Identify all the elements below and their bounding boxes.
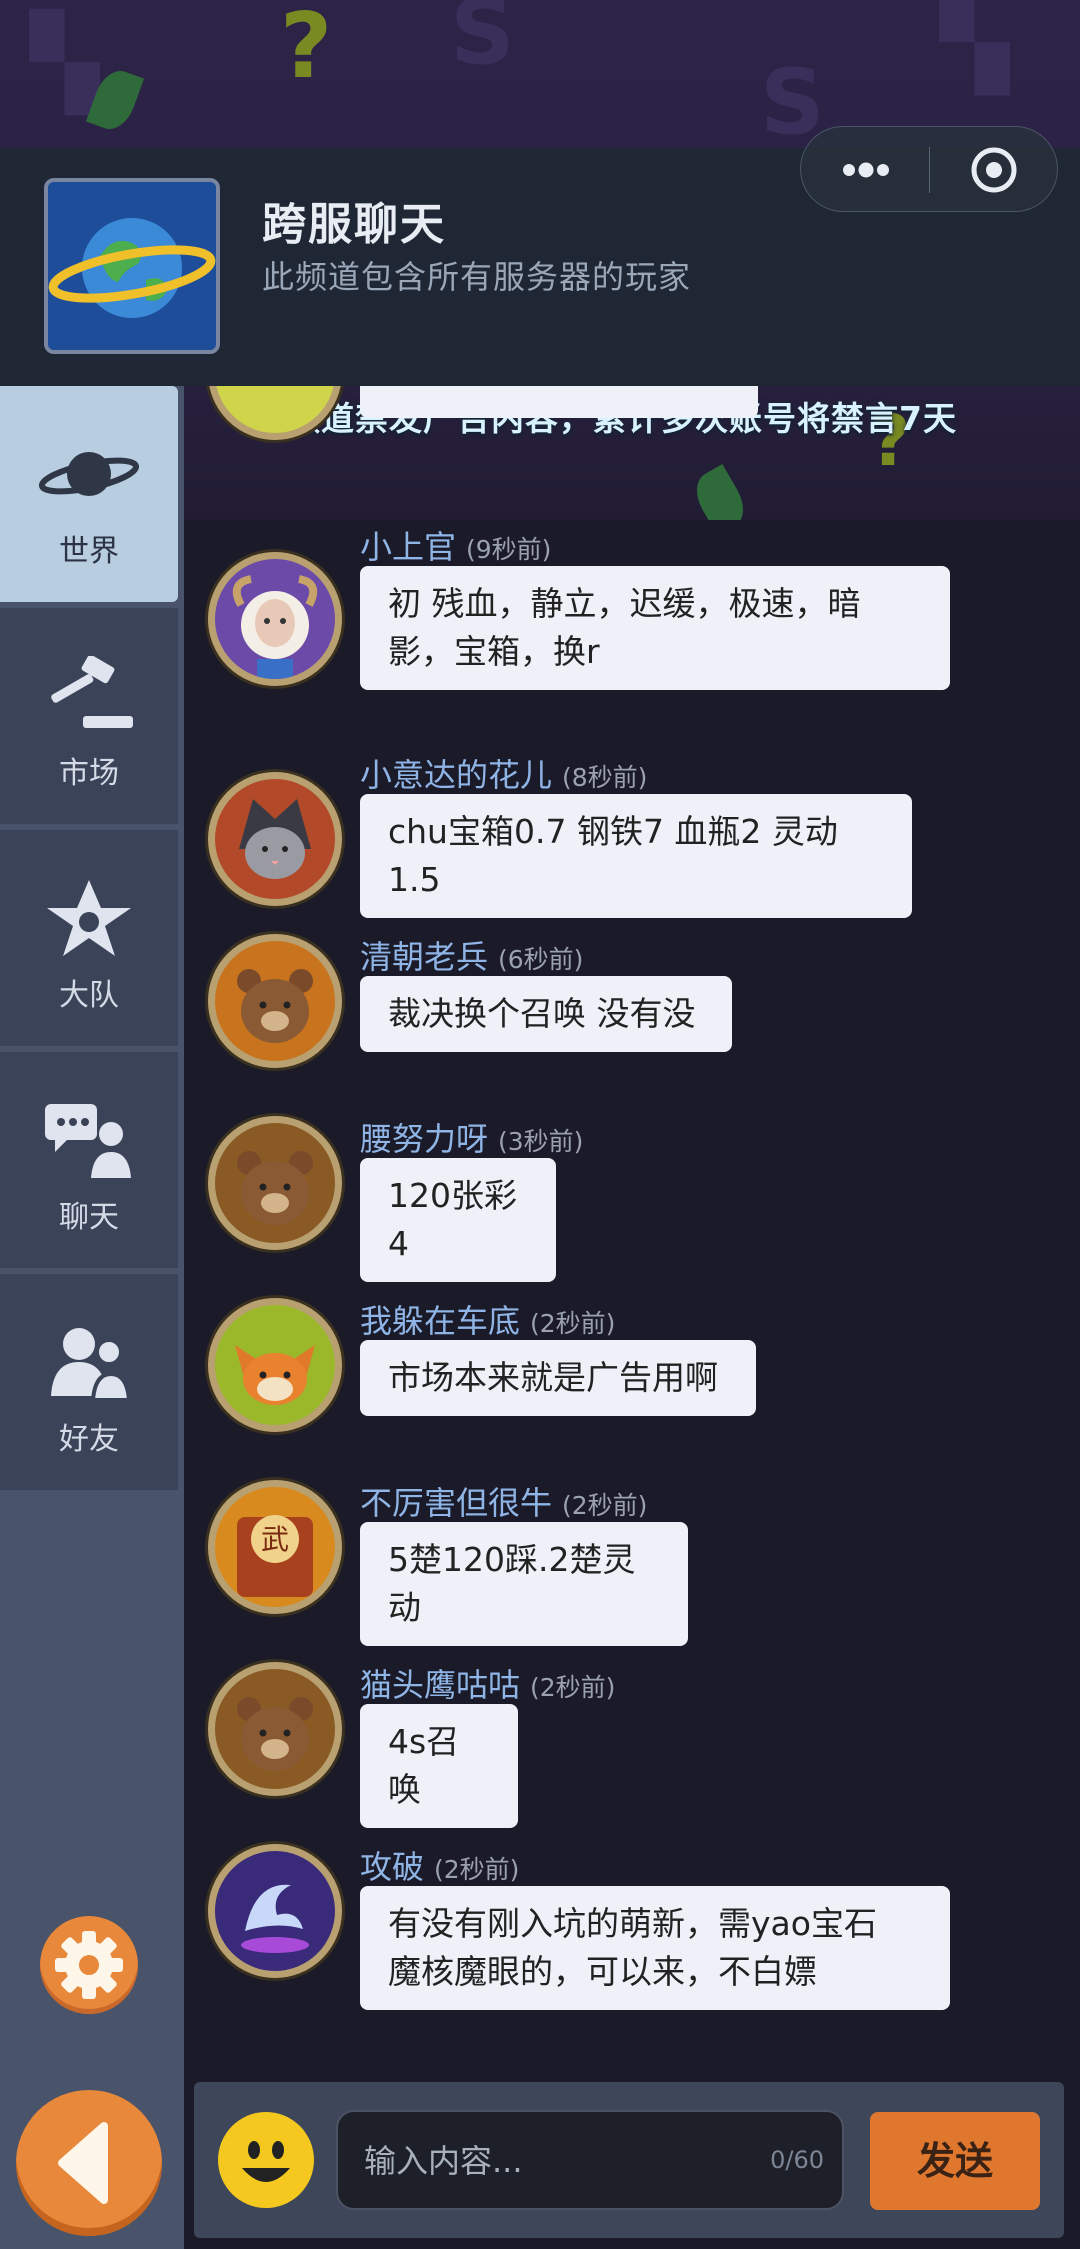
message-bubble: 市场本来就是广告用啊 <box>360 1340 756 1416</box>
back-arrow-icon <box>58 2122 108 2204</box>
message-bubble: 120张彩4 <box>360 1158 556 1282</box>
message-username[interactable]: 我躲在车底 (2秒前) <box>360 1296 615 1342</box>
message-timestamp: (2秒前) <box>530 1673 616 1702</box>
chat-screen: ▚ ? S S ▚ ? 跨服聊天 此频道包含所有服务器的玩家 此频道禁发广告内容… <box>0 0 1080 2249</box>
question-mark-decor-icon: ? <box>280 0 333 99</box>
message-bubble: 4s召唤 <box>360 1704 518 1828</box>
chat-message-list[interactable]: 小上官 (9秒前) 初 残血，静立，迟缓，极速，暗 影，宝箱，换r 小意达的花儿(… <box>184 386 1080 2076</box>
message-timestamp: (3秒前) <box>498 1127 584 1156</box>
guild-icon <box>39 878 139 958</box>
chat-input-bar: 0/60 发送 <box>194 2082 1064 2238</box>
message-timestamp: (2秒前) <box>434 1855 520 1884</box>
message-username[interactable]: 不厉害但很牛 (2秒前) <box>360 1478 647 1524</box>
sidebar-item-friends[interactable]: 好友 <box>0 1274 178 1490</box>
decor-shape: ▚ <box>30 10 100 115</box>
message-timestamp: (6秒前) <box>498 945 584 974</box>
miniprogram-capsule <box>800 126 1058 212</box>
gear-icon <box>55 1931 123 1999</box>
message-timestamp: (8秒前) <box>562 763 648 792</box>
message-bubble <box>360 386 758 418</box>
message-username[interactable]: 清朝老兵 (6秒前) <box>360 932 583 978</box>
emoji-button[interactable] <box>218 2112 314 2208</box>
sidebar-item-label: 大队 <box>59 978 119 1013</box>
message-bubble: 5楚120踩.2楚灵动 <box>360 1522 688 1646</box>
user-avatar[interactable] <box>208 772 342 906</box>
message-username[interactable]: 小上官 (9秒前) <box>360 522 551 568</box>
chat-bubbles-icon <box>39 1100 139 1180</box>
character-counter: 0/60 <box>770 2146 824 2174</box>
message-timestamp: (9秒前) <box>466 535 552 564</box>
gavel-icon <box>39 654 139 736</box>
svg-text:武: 武 <box>261 1523 289 1556</box>
smiley-icon <box>242 2141 290 2182</box>
message-input-field: 0/60 <box>336 2110 844 2210</box>
sidebar-item-label: 市场 <box>59 756 119 791</box>
user-avatar[interactable] <box>208 1116 342 1250</box>
user-avatar[interactable] <box>208 386 342 440</box>
user-avatar[interactable] <box>208 1298 342 1432</box>
message-username[interactable]: 小意达的花儿 (8秒前) <box>360 750 647 796</box>
message-bubble: chu宝箱0.7 钢铁7 血瓶2 灵动1.5 <box>360 794 912 918</box>
sidebar-item-market[interactable]: 市场 <box>0 608 178 824</box>
message-timestamp: (2秒前) <box>562 1491 648 1520</box>
channel-subtitle: 此频道包含所有服务器的玩家 <box>262 258 692 296</box>
more-options-button[interactable] <box>831 147 901 193</box>
user-avatar[interactable] <box>208 1844 342 1978</box>
sidebar-item-world[interactable]: 世界 <box>0 386 178 602</box>
message-bubble: 有没有刚入坑的萌新，需yao宝石 魔核魔眼的，可以来，不白嫖 <box>360 1886 950 2010</box>
sidebar-item-label: 聊天 <box>59 1200 119 1235</box>
back-button[interactable] <box>16 2090 162 2236</box>
message-input[interactable] <box>362 2132 746 2190</box>
user-avatar[interactable]: 武 <box>208 1480 342 1614</box>
decor-shape: ▚ <box>940 0 1010 95</box>
target-close-icon <box>971 147 1017 193</box>
channel-title: 跨服聊天 <box>262 199 446 250</box>
message-bubble: 裁决换个召唤 没有没 <box>360 976 732 1052</box>
more-dots-icon <box>843 162 889 178</box>
sidebar-item-chat[interactable]: 聊天 <box>0 1052 178 1268</box>
saturn-icon <box>38 434 140 514</box>
message-username[interactable]: 猫头鹰咕咕 (2秒前) <box>360 1660 615 1706</box>
message-username[interactable]: 腰努力呀 (3秒前) <box>360 1114 583 1160</box>
sidebar-item-team[interactable]: 大队 <box>0 830 178 1046</box>
user-avatar[interactable] <box>208 552 342 686</box>
message-bubble: 初 残血，静立，迟缓，极速，暗 影，宝箱，换r <box>360 566 950 690</box>
close-miniprogram-button[interactable] <box>957 141 1031 199</box>
planet-icon <box>44 178 220 354</box>
message-username[interactable]: 攻破 (2秒前) <box>360 1842 519 1888</box>
send-button[interactable]: 发送 <box>870 2112 1040 2210</box>
sidebar-item-label: 世界 <box>59 534 119 569</box>
capsule-divider <box>929 147 930 193</box>
decor-shape: S <box>450 0 515 85</box>
friends-icon <box>39 1322 139 1402</box>
user-avatar[interactable] <box>208 1662 342 1796</box>
user-avatar[interactable] <box>208 934 342 1068</box>
sidebar-item-label: 好友 <box>59 1422 119 1457</box>
settings-button[interactable] <box>40 1916 138 2014</box>
message-timestamp: (2秒前) <box>530 1309 616 1338</box>
